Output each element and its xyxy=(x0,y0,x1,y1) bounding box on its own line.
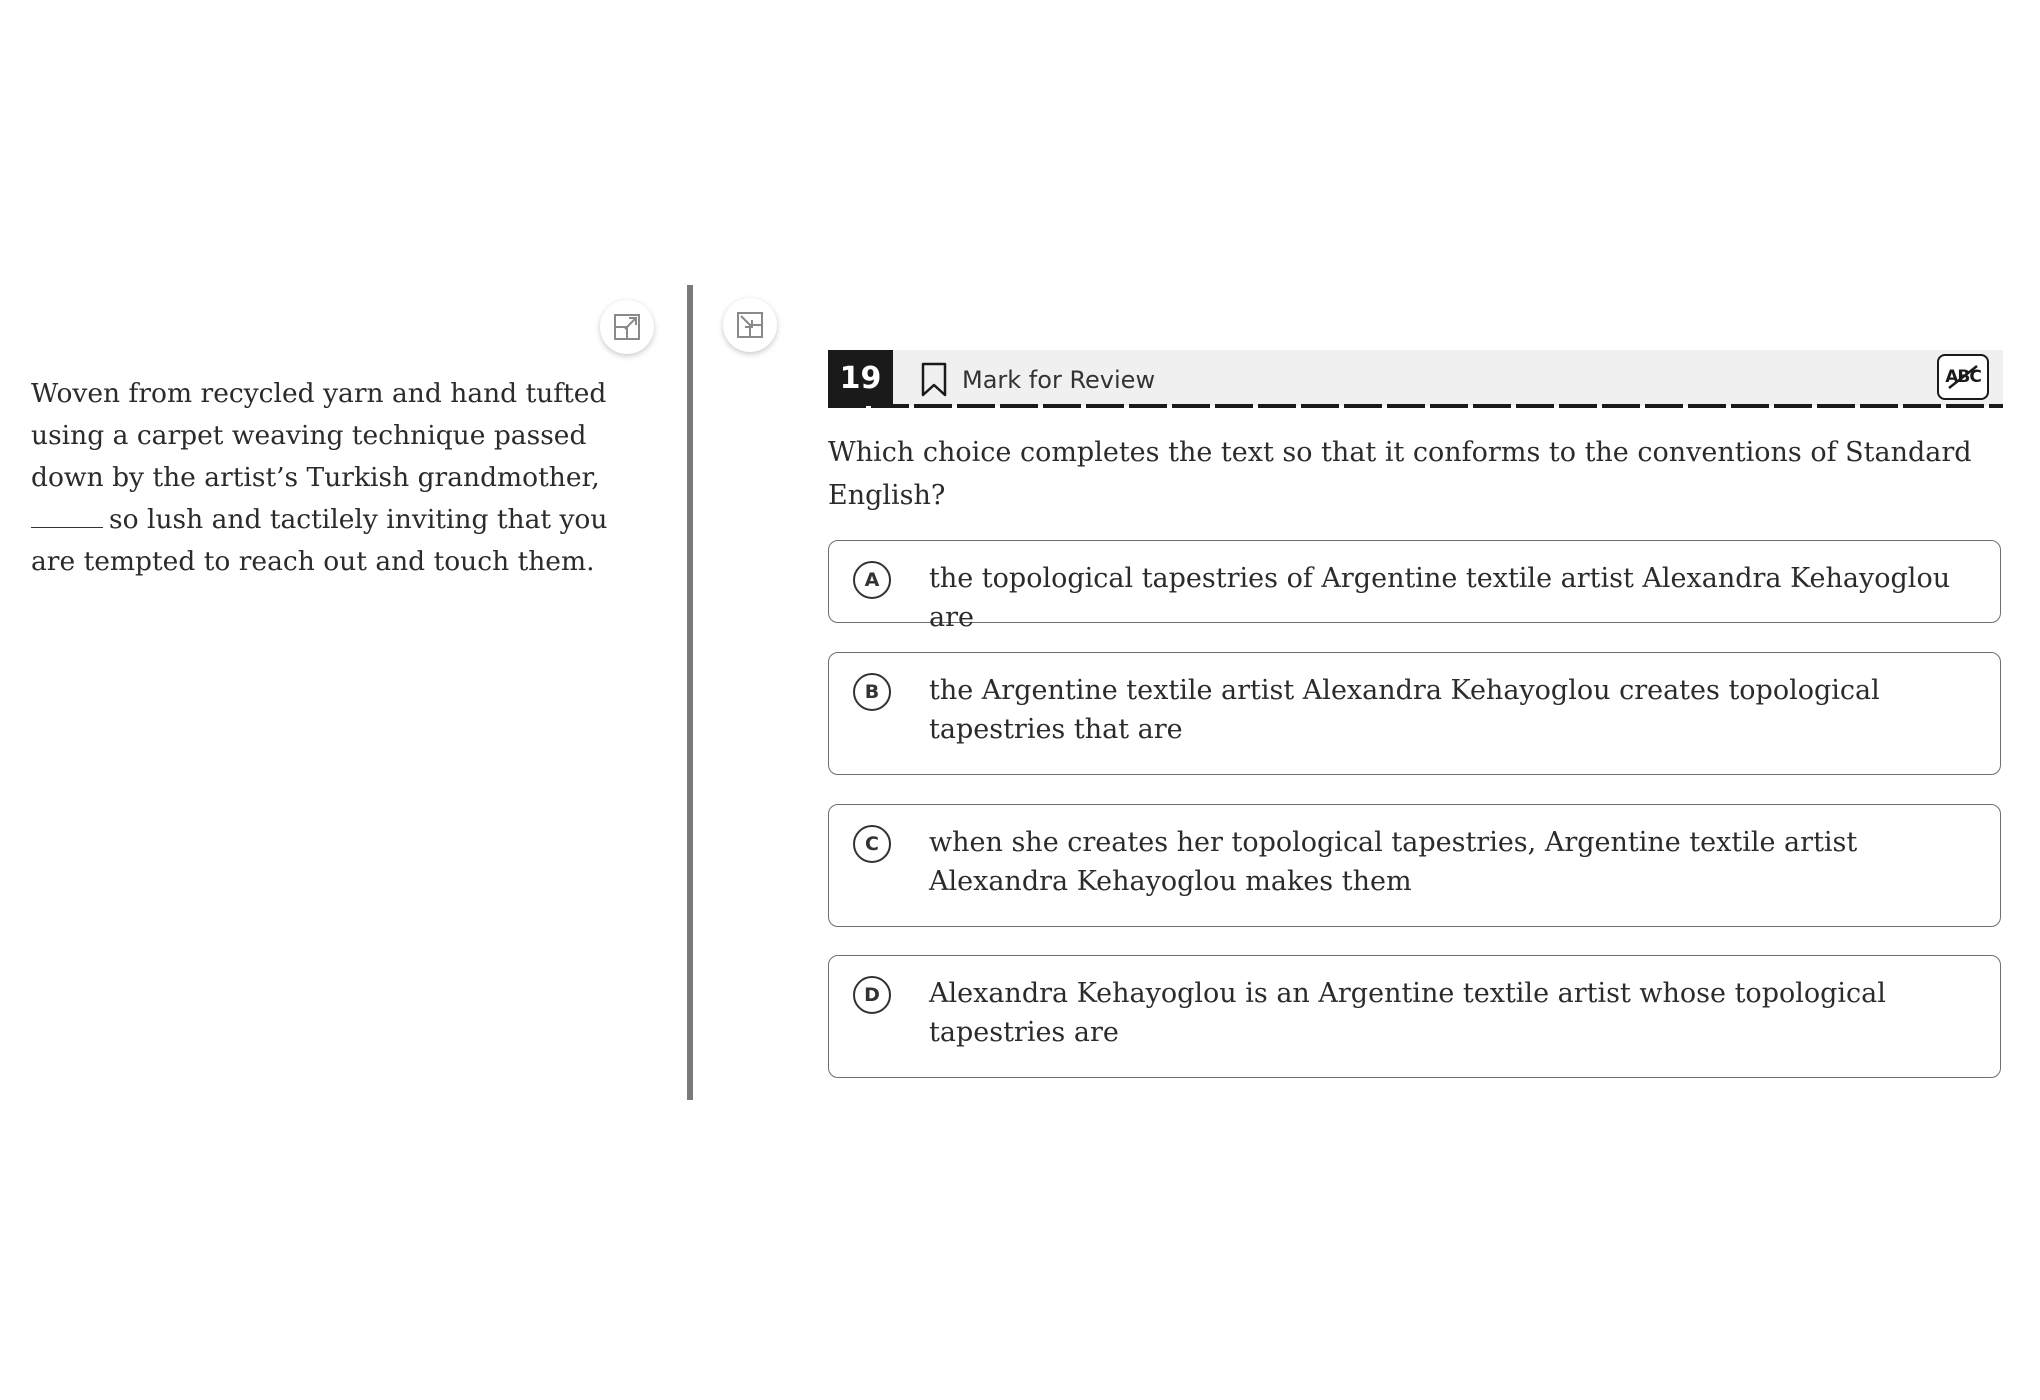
choice-letter-b: B xyxy=(853,673,891,711)
strikethrough-line-icon xyxy=(1948,365,1978,389)
question-header: 19 Mark for Review ABC xyxy=(828,350,2003,406)
choice-text-d: Alexandra Kehayoglou is an Argentine tex… xyxy=(929,978,1886,1048)
question-prompt: Which choice completes the text so that … xyxy=(828,437,1972,511)
choice-text-c: when she creates her topological tapestr… xyxy=(929,827,1858,897)
pane-divider[interactable] xyxy=(687,285,693,1100)
passage-text: Woven from recycled yarn and hand tufted… xyxy=(31,373,611,583)
answer-choice-d[interactable]: D Alexandra Kehayoglou is an Argentine t… xyxy=(828,955,2001,1078)
choice-text-b: the Argentine textile artist Alexandra K… xyxy=(929,675,1880,745)
answer-eliminator-button[interactable]: ABC xyxy=(1937,354,1989,400)
choice-text-a: the topological tapestries of Argentine … xyxy=(929,563,1951,633)
choice-letter-d: D xyxy=(853,976,891,1014)
passage-pane: Woven from recycled yarn and hand tufted… xyxy=(0,285,690,1100)
header-dashed-divider xyxy=(828,404,2003,408)
passage-text-before-blank: Woven from recycled yarn and hand tufted… xyxy=(31,378,607,493)
choice-letter-c: C xyxy=(853,825,891,863)
bookmark-icon xyxy=(921,362,947,397)
expand-pane-button[interactable] xyxy=(600,300,654,354)
mark-for-review-label: Mark for Review xyxy=(962,366,1156,394)
mark-for-review-button[interactable]: Mark for Review xyxy=(920,360,1155,400)
collapse-icon xyxy=(737,312,763,338)
answer-choice-a[interactable]: A the topological tapestries of Argentin… xyxy=(828,540,2001,633)
choice-letter-a: A xyxy=(853,561,891,599)
passage-text-after-blank: so lush and tactilely inviting that you … xyxy=(31,504,608,577)
expand-icon xyxy=(614,314,640,340)
question-number: 19 xyxy=(828,350,893,406)
answer-choice-b[interactable]: B the Argentine textile artist Alexandra… xyxy=(828,652,2001,775)
passage-blank xyxy=(31,499,103,528)
answer-choice-c[interactable]: C when she creates her topological tapes… xyxy=(828,804,2001,927)
collapse-pane-button[interactable] xyxy=(723,298,777,352)
